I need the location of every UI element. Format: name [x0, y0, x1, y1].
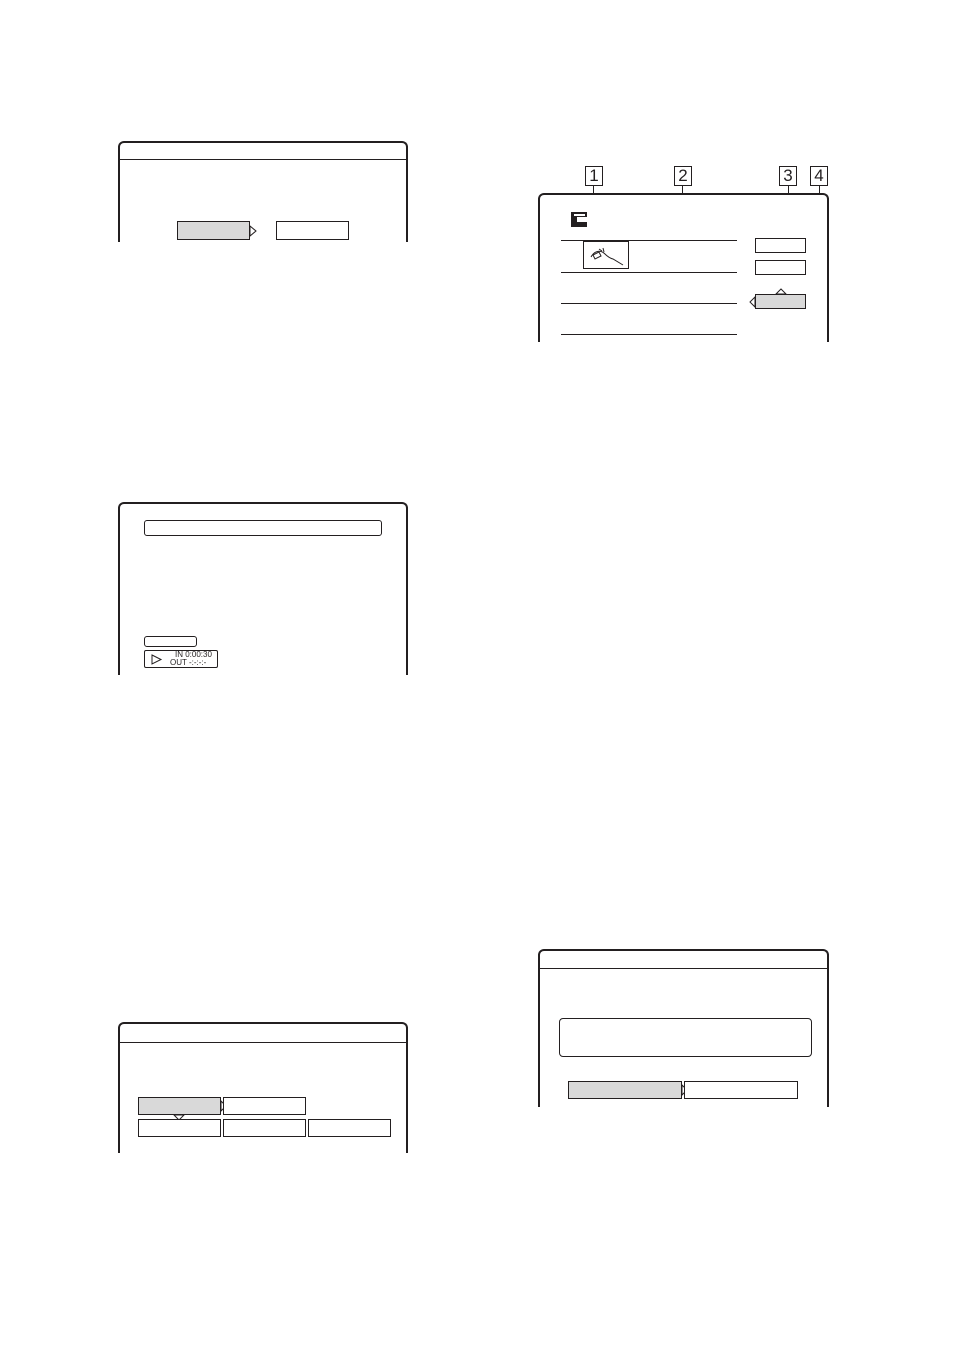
selected-button[interactable]: [138, 1097, 221, 1115]
trim-marker-panel: IN 0:00:30 OUT -:-:-:-: [144, 650, 218, 668]
dialog-screen-c: [118, 1022, 408, 1153]
disc-tray-icon: [571, 212, 587, 227]
option-button[interactable]: [684, 1081, 798, 1099]
small-label-box: [144, 636, 197, 647]
title-thumbnail[interactable]: [583, 241, 629, 269]
out-point-label: OUT -:-:-:-: [170, 658, 207, 667]
menu-button[interactable]: [755, 260, 806, 275]
title-list-screen: [538, 193, 829, 342]
edit-screen: IN 0:00:30 OUT -:-:-:-: [118, 502, 408, 675]
option-button[interactable]: [223, 1119, 306, 1137]
header-divider: [540, 968, 827, 969]
selected-button[interactable]: [177, 221, 250, 240]
list-row-divider: [561, 303, 737, 304]
right-arrow-icon: [249, 224, 257, 238]
selected-button[interactable]: [568, 1081, 682, 1099]
title-thumbnail-icon: [590, 247, 624, 266]
message-dialog-screen: [538, 949, 829, 1107]
header-divider: [120, 1042, 406, 1043]
menu-button-selected[interactable]: [755, 294, 806, 309]
callout-4: 4: [810, 166, 828, 186]
callout-3: 3: [779, 166, 797, 186]
dialog-screen-a: [118, 141, 408, 242]
option-button[interactable]: [308, 1119, 391, 1137]
callout-2: 2: [674, 166, 692, 186]
left-arrow-icon: [749, 295, 756, 309]
list-row-divider: [561, 334, 737, 335]
callout-1: 1: [585, 166, 603, 186]
message-box: [559, 1018, 812, 1057]
title-name-field[interactable]: [144, 520, 382, 536]
up-arrow-icon: [774, 288, 788, 295]
option-button[interactable]: [276, 221, 349, 240]
option-button[interactable]: [138, 1119, 221, 1137]
option-button[interactable]: [223, 1097, 306, 1115]
menu-button[interactable]: [755, 238, 806, 253]
play-icon: [151, 654, 163, 665]
list-row-divider: [561, 272, 737, 273]
header-divider: [120, 159, 406, 160]
